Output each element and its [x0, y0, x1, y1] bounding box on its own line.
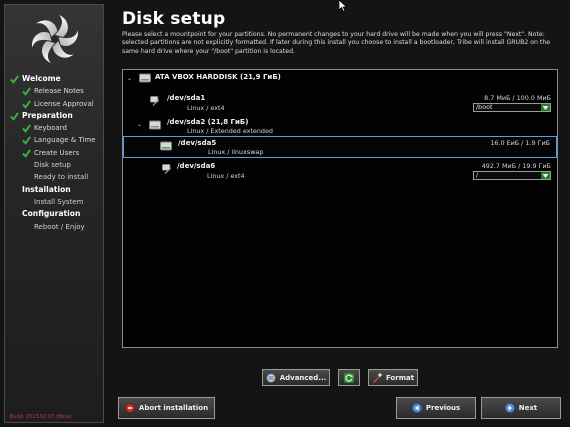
- partition-type: Linux / ext4: [207, 172, 245, 180]
- step-label: Preparation: [22, 110, 73, 120]
- partition-size: 492.7 МиБ / 19.9 ГиБ: [481, 162, 551, 170]
- collapse-arrow-icon[interactable]: ⌄: [127, 75, 132, 82]
- collapse-arrow-icon[interactable]: ⌄: [137, 121, 142, 128]
- steps-sidebar: Welcome Release Notes License Approval P…: [4, 4, 104, 423]
- step-create-users: Create Users: [5, 147, 105, 159]
- partition-edit-icon: [162, 164, 172, 174]
- step-ready-to-install: Ready to install: [5, 171, 105, 183]
- partition-row-sda1[interactable]: /dev/sda1 Linux / ext4 8.7 МиБ / 100.0 М…: [123, 92, 557, 114]
- hard-disk-icon: [139, 73, 151, 83]
- step-label: Installation: [22, 184, 71, 194]
- format-button[interactable]: Format: [368, 369, 418, 386]
- check-icon: [10, 112, 19, 121]
- check-icon: [22, 124, 31, 133]
- step-label: Release Notes: [34, 87, 84, 96]
- step-release-notes: Release Notes: [5, 85, 105, 97]
- partition-size: 16.0 ЕиБ / 1.9 ГиБ: [490, 139, 550, 147]
- steps-list: Welcome Release Notes License Approval P…: [5, 73, 105, 233]
- format-brush-icon: [372, 372, 382, 383]
- next-button[interactable]: Next: [481, 397, 561, 419]
- partition-icon: [149, 120, 161, 130]
- partition-size: 8.7 МиБ / 100.0 МиБ: [484, 94, 551, 102]
- step-label: Create Users: [34, 148, 80, 157]
- step-install-system: Install System: [5, 196, 105, 208]
- next-arrow-icon: [504, 403, 515, 413]
- mountpoint-value: /boot: [476, 103, 493, 111]
- chevron-down-icon[interactable]: [541, 172, 550, 179]
- step-label: License Approval: [34, 99, 94, 108]
- step-disk-setup: Disk setup: [5, 159, 105, 171]
- step-label: Disk setup: [34, 161, 71, 170]
- step-label: Keyboard: [34, 124, 67, 133]
- step-keyboard: Keyboard: [5, 122, 105, 134]
- partition-icon: [160, 141, 172, 151]
- check-icon: [22, 136, 31, 146]
- check-icon: [22, 87, 31, 97]
- partition-tree[interactable]: ⌄ ATA VBOX HARDDISK (21,9 ГиБ) /dev/sda1…: [122, 69, 558, 348]
- stop-icon: [124, 403, 135, 413]
- mouse-pointer-icon: [338, 0, 348, 12]
- abort-label: Abort installation: [138, 404, 209, 412]
- partition-type: Linux / linuxswap: [208, 148, 264, 156]
- disk-name: ATA VBOX HARDDISK (21,9 ГиБ): [155, 73, 281, 81]
- abort-installation-button[interactable]: Abort installation: [118, 397, 215, 419]
- mountpoint-combo-sda6[interactable]: /: [473, 171, 551, 180]
- partition-name: /dev/sda2 (21,8 ГиБ): [167, 118, 249, 126]
- step-language-time: Language & Time: [5, 134, 105, 146]
- step-label: Welcome: [22, 74, 61, 83]
- step-license-approval: License Approval: [5, 98, 105, 110]
- partition-row-sda5[interactable]: /dev/sda5 Linux / linuxswap 16.0 ЕиБ / 1…: [123, 136, 557, 158]
- check-icon: [22, 149, 31, 158]
- partition-type: Linux / Extended extended: [187, 127, 273, 135]
- step-label: Ready to install: [34, 173, 89, 182]
- chevron-down-icon[interactable]: [541, 104, 550, 111]
- check-icon: [22, 99, 31, 109]
- step-welcome: Welcome: [5, 73, 105, 85]
- step-label: Install System: [34, 197, 84, 206]
- format-label: Format: [385, 373, 415, 382]
- step-reboot-enjoy: Reboot / Enjoy: [5, 221, 105, 233]
- disk-row[interactable]: ⌄ ATA VBOX HARDDISK (21,9 ГиБ): [123, 70, 557, 85]
- page-description: Please select a mountpoint for your part…: [122, 31, 551, 55]
- previous-button[interactable]: Previous: [396, 397, 476, 419]
- step-configuration: Configuration: [5, 208, 105, 220]
- partition-row-sda2[interactable]: ⌄ /dev/sda2 (21,8 ГиБ) Linux / Extended …: [123, 117, 557, 137]
- previous-label: Previous: [425, 404, 461, 412]
- advanced-button[interactable]: Advanced...: [262, 369, 330, 386]
- partition-name: /dev/sda5: [178, 139, 217, 147]
- step-installation: Installation: [5, 184, 105, 196]
- build-label: Build: 2013.02.07 (Beta): [10, 414, 72, 420]
- partition-name: /dev/sda1: [167, 94, 206, 102]
- partition-edit-icon: [150, 96, 160, 106]
- partition-row-sda6[interactable]: /dev/sda6 Linux / ext4 492.7 МиБ / 19.9 …: [123, 160, 557, 182]
- step-label: Reboot / Enjoy: [34, 222, 85, 231]
- next-label: Next: [518, 404, 538, 412]
- advanced-settings-icon: [265, 372, 276, 383]
- check-icon: [10, 75, 19, 84]
- mountpoint-value: /: [476, 171, 479, 179]
- step-preparation: Preparation: [5, 110, 105, 122]
- mountpoint-combo-sda1[interactable]: /boot: [473, 103, 551, 112]
- page-title: Disk setup: [122, 9, 226, 29]
- tribe-logo-icon: [32, 15, 78, 63]
- partition-name: /dev/sda6: [177, 162, 216, 170]
- partition-type: Linux / ext4: [187, 104, 225, 112]
- step-label: Configuration: [22, 209, 81, 219]
- advanced-label: Advanced...: [279, 373, 327, 382]
- refresh-button[interactable]: [338, 369, 360, 386]
- previous-arrow-icon: [411, 403, 422, 413]
- step-label: Language & Time: [34, 136, 96, 145]
- refresh-icon: [344, 372, 354, 383]
